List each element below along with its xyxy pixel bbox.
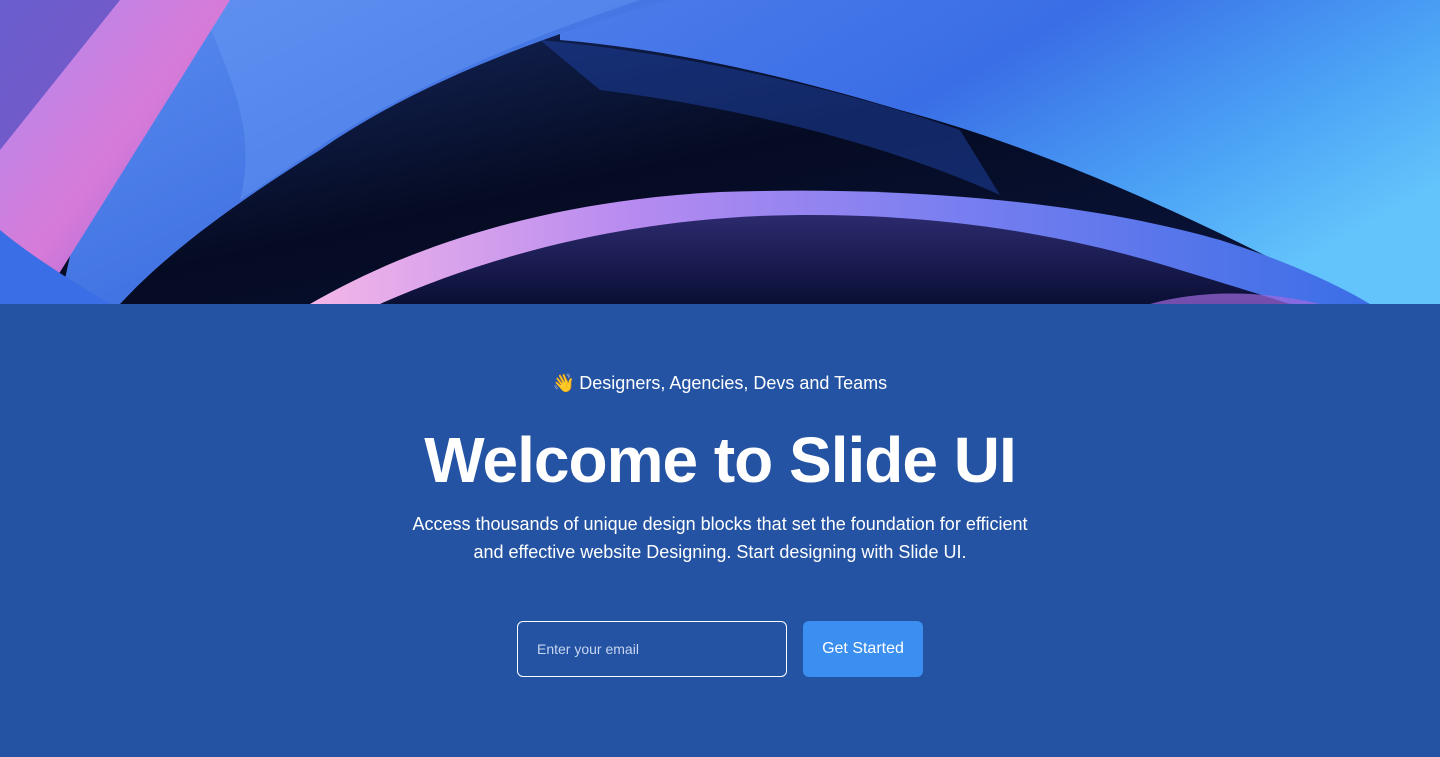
email-input[interactable]: [517, 621, 787, 677]
page-title: Welcome to Slide UI: [424, 424, 1017, 496]
waving-hand-icon: 👋: [552, 373, 576, 393]
hero-banner-image: [0, 0, 1440, 304]
tagline: 👋 Designers, Agencies, Devs and Teams: [0, 372, 1440, 394]
get-started-button[interactable]: Get Started: [803, 621, 923, 677]
hero-description: Access thousands of unique design blocks…: [412, 514, 1028, 562]
hero-section: 👋 Designers, Agencies, Devs and Teams Wel…: [0, 304, 1440, 757]
tagline-text: Designers, Agencies, Devs and Teams: [579, 373, 888, 393]
landing-page: 👋 Designers, Agencies, Devs and Teams Wel…: [0, 0, 1440, 757]
email-signup-form: Get Started: [517, 621, 923, 677]
abstract-waves-image: [0, 0, 1440, 304]
